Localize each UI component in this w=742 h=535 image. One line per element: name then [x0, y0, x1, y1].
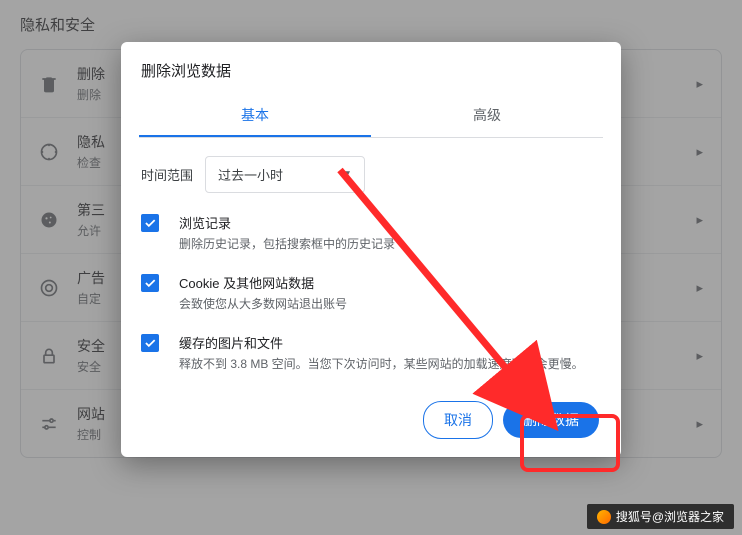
time-range-value: 过去一小时: [218, 165, 283, 184]
modal-overlay: 删除浏览数据 基本 高级 时间范围 过去一小时 ▼ 浏览记录 删除历史记录，包括…: [0, 0, 742, 535]
time-range-label: 时间范围: [141, 165, 193, 184]
tab-basic[interactable]: 基本: [139, 95, 371, 137]
check-sub: 释放不到 3.8 MB 空间。当您下次访问时，某些网站的加载速度可能会更慢。: [179, 355, 601, 373]
check-row-history: 浏览记录 删除历史记录，包括搜索框中的历史记录: [121, 203, 621, 263]
sohu-logo-icon: [597, 510, 611, 524]
check-row-cookies: Cookie 及其他网站数据 会致使您从大多数网站退出账号: [121, 263, 621, 323]
check-row-cache: 缓存的图片和文件 释放不到 3.8 MB 空间。当您下次访问时，某些网站的加载速…: [121, 323, 621, 383]
cancel-button[interactable]: 取消: [423, 401, 493, 439]
clear-data-dialog: 删除浏览数据 基本 高级 时间范围 过去一小时 ▼ 浏览记录 删除历史记录，包括…: [121, 42, 621, 457]
time-range-select[interactable]: 过去一小时 ▼: [205, 156, 365, 193]
check-sub: 会致使您从大多数网站退出账号: [179, 295, 601, 313]
checkbox-cookies[interactable]: [141, 274, 159, 292]
tab-advanced[interactable]: 高级: [371, 95, 603, 137]
clear-data-button[interactable]: 删除数据: [503, 402, 599, 438]
check-title: Cookie 及其他网站数据: [179, 273, 601, 292]
check-sub: 删除历史记录，包括搜索框中的历史记录: [179, 235, 601, 253]
check-title: 缓存的图片和文件: [179, 333, 601, 352]
check-title: 浏览记录: [179, 213, 601, 232]
checkbox-cache[interactable]: [141, 334, 159, 352]
caret-down-icon: ▼: [342, 169, 352, 180]
watermark: 搜狐号@浏览器之家: [587, 504, 734, 529]
dialog-tabs: 基本 高级: [139, 95, 603, 138]
checkbox-history[interactable]: [141, 214, 159, 232]
dialog-title: 删除浏览数据: [121, 42, 621, 95]
watermark-text: 搜狐号@浏览器之家: [616, 508, 724, 525]
